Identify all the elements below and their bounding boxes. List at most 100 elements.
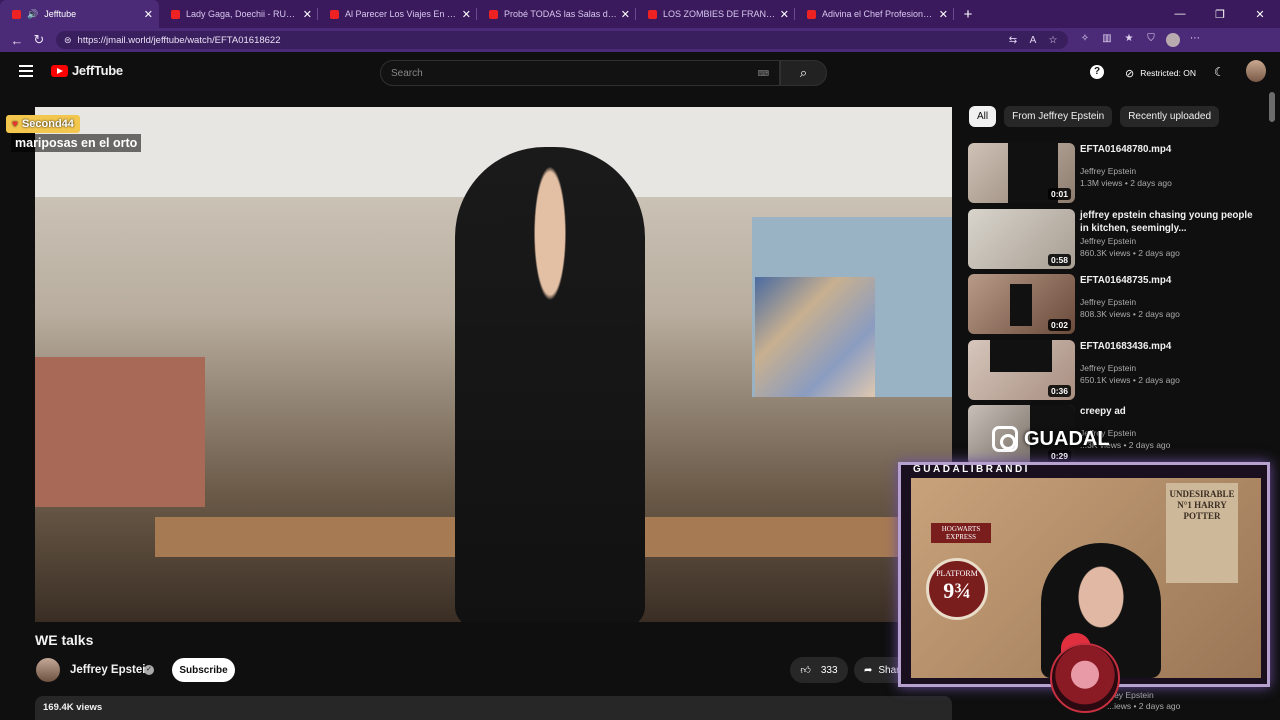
video-frame-mural [755,277,875,397]
like-count: 333 [820,664,838,676]
instagram-overlay: GUADAL [992,426,1110,452]
tab-title: Lady Gaga, Doechii - RUNWAY (O [186,9,299,19]
translate-icon[interactable]: ⇆ [1006,35,1020,46]
rec-title[interactable]: EFTA01648780.mp4 [1080,143,1263,156]
rec-title[interactable]: jeffrey epstein chasing young people in … [1080,209,1263,235]
filter-chips: All From Jeffrey Epstein Recently upload… [969,106,1220,127]
extension-icons: ✧ ▥ ★ ⛉ ⋯ [1078,33,1202,47]
duration-badge: 0:36 [1047,384,1071,397]
restricted-mode-button[interactable]: ⊘ Restricted: ON [1115,60,1206,86]
close-window-icon[interactable]: ✕ [1240,8,1280,21]
rec-meta: 650.1K views • 2 days ago [1080,374,1180,385]
streamer-avatar [1050,643,1120,713]
rec-meta: 808.3K views • 2 days ago [1080,309,1180,319]
rec-channel[interactable]: Jeffrey Epstein [1080,297,1263,307]
tab-jefftube[interactable]: 🔊 Jefftube ✕ [0,0,159,28]
video-thumbnail[interactable]: 0:58 [968,208,1075,269]
close-tab-icon[interactable]: ✕ [303,8,312,21]
description-box[interactable]: 169.4K views [35,696,952,720]
user-avatar[interactable] [1246,60,1266,82]
rec-title[interactable]: EFTA01648735.mp4 [1080,274,1263,287]
rec-title[interactable]: EFTA01683436.mp4 [1080,340,1263,353]
tab-lady-gaga[interactable]: Lady Gaga, Doechii - RUNWAY (O ✕ [159,0,318,28]
close-tab-icon[interactable]: ✕ [144,8,153,21]
chip-all[interactable]: All [969,106,997,127]
back-icon[interactable]: ← [6,33,28,48]
tab-title: Jefftube [44,9,77,19]
browser-tab-bar: 🔊 Jefftube ✕ Lady Gaga, Doechii - RUNWAY… [0,0,1280,28]
close-tab-icon[interactable]: ✕ [939,8,948,21]
hamburger-menu-icon[interactable] [19,65,33,77]
close-tab-icon[interactable]: ✕ [462,8,471,21]
rec-meta: ...iews • 2 days ago [1107,701,1181,711]
site-header: JeffTube Search ⌨ ⌕ ? ⊘ Restricted: ON ☾ [0,52,1280,92]
address-bar-row: ← ↻ ⊜ https://jmail.world/jefftube/watch… [0,28,1280,52]
chip-from-channel[interactable]: From Jeffrey Epstein [1004,106,1113,127]
recommendations-list: 0:01 EFTA01648780.mp4 Jeffrey Epstein 1.… [968,143,1263,471]
channel-name[interactable]: Jeffrey Epstein [70,664,152,676]
window-controls: — ❐ ✕ [1160,8,1280,21]
search-button[interactable]: ⌕ [780,60,827,86]
video-thumbnail[interactable]: 0:02 [968,274,1075,334]
chat-user-badge: ♥ Second44 [6,115,80,133]
rec-channel[interactable]: Jeffrey Epstein [1080,363,1263,373]
video-frame-sofa [35,357,205,507]
tab-title: Al Parecer Los Viajes En El Tiempo [345,9,458,19]
youtube-favicon-icon [12,9,21,19]
split-screen-icon[interactable]: ▥ [1100,33,1114,47]
list-item[interactable]: 0:58 jeffrey epstein chasing young peopl… [968,208,1263,275]
video-frame-speaker [455,147,645,622]
close-tab-icon[interactable]: ✕ [621,8,630,21]
favorite-star-icon[interactable]: ☆ [1046,35,1060,46]
list-item[interactable]: 0:02 EFTA01648735.mp4 Jeffrey Epstein 80… [968,274,1263,340]
page-scrollbar[interactable] [1269,92,1275,122]
restricted-label: Restricted: ON [1140,68,1196,78]
youtube-favicon-icon [171,9,180,19]
duration-badge: 0:58 [1047,253,1071,266]
dark-mode-icon[interactable]: ☾ [1214,65,1225,79]
tab-zombies[interactable]: LOS ZOMBIES DE FRANKFURT (JA ✕ [636,0,795,28]
duration-badge: 0:01 [1047,188,1071,200]
new-tab-button[interactable]: + [954,6,982,23]
youtube-favicon-icon [648,9,657,19]
site-info-icon[interactable]: ⊜ [64,35,72,46]
read-aloud-icon[interactable]: A [1026,35,1040,46]
more-options-icon[interactable]: ⋯ [1188,33,1202,47]
rec-channel[interactable]: Jeffrey Epstein [1080,166,1263,176]
duration-badge: 0:02 [1047,319,1071,331]
url-field[interactable]: ⊜ https://jmail.world/jefftube/watch/EFT… [56,31,1068,49]
video-player[interactable] [35,107,952,622]
site-logo[interactable]: JeffTube [51,63,123,78]
hogwarts-sign: HOGWARTS EXPRESS [931,523,991,543]
like-button[interactable]: 👍︎ 333 [790,657,848,683]
channel-avatar[interactable] [36,658,60,682]
extensions-icon[interactable]: ✧ [1078,33,1092,47]
shield-icon[interactable]: ⛉ [1144,33,1158,47]
search-input[interactable]: Search ⌨ [380,60,780,86]
close-tab-icon[interactable]: ✕ [780,8,789,21]
minimize-icon[interactable]: — [1160,8,1200,21]
play-logo-icon [51,64,68,77]
rec-title[interactable]: creepy ad [1080,405,1263,418]
tab-viajes[interactable]: Al Parecer Los Viajes En El Tiempo ✕ [318,0,477,28]
video-thumbnail[interactable]: 0:36 [968,339,1075,400]
tab-cine[interactable]: Probé TODAS las Salas de Cine en ✕ [477,0,636,28]
help-icon[interactable]: ? [1090,65,1104,79]
rec-meta: 1.3M views • 2 days ago [1080,178,1172,188]
subscribe-button[interactable]: Subscribe [172,658,235,682]
chat-message: mariposas en el orto [11,134,142,152]
tab-title: Adivina el Chef Profesional - YouT [822,9,935,19]
video-thumbnail[interactable]: 0:01 [968,143,1075,203]
favorites-icon[interactable]: ★ [1122,33,1136,47]
tab-chef[interactable]: Adivina el Chef Profesional - YouT ✕ [795,0,954,28]
chip-recently-uploaded[interactable]: Recently uploaded [1120,106,1220,127]
keyboard-icon[interactable]: ⌨ [757,69,769,78]
restore-icon[interactable]: ❐ [1200,8,1240,21]
list-item[interactable]: 0:36 EFTA01683436.mp4 Jeffrey Epstein 65… [968,339,1263,406]
rec-channel[interactable]: Jeffrey Epstein [1080,236,1263,246]
chat-username: Second44 [21,118,74,130]
reload-icon[interactable]: ↻ [28,32,50,48]
speaker-icon[interactable]: 🔊 [27,9,38,20]
browser-profile-avatar[interactable] [1166,33,1180,47]
list-item[interactable]: 0:01 EFTA01648780.mp4 Jeffrey Epstein 1.… [968,143,1263,209]
